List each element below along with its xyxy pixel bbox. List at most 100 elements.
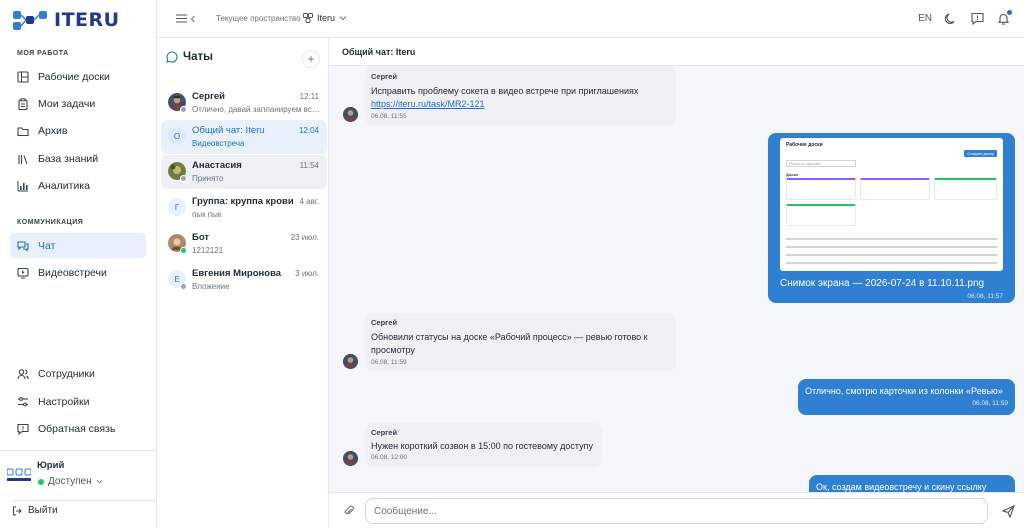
- message-list[interactable]: Сергей Исправить проблему сокета в видео…: [329, 66, 1024, 492]
- notifications-button[interactable]: [997, 10, 1012, 25]
- nav-chat[interactable]: Чат: [10, 233, 146, 258]
- avatar: [343, 354, 358, 369]
- section-my-work: МОЯ РАБОТА: [17, 50, 69, 57]
- nav-boards[interactable]: Рабочие доски: [10, 64, 146, 89]
- notification-badge: [1007, 10, 1012, 15]
- message-line: просмотру: [371, 345, 415, 355]
- nav-employees[interactable]: Сотрудники: [10, 361, 146, 386]
- chat-preview: Отлично, давай запланируем встр...: [192, 105, 322, 114]
- screenshot-card: [860, 178, 930, 200]
- screenshot-row: [786, 238, 997, 240]
- message-sender: Сергей: [371, 318, 398, 327]
- task-link[interactable]: https://iteru.ru/task/MR2-121: [371, 99, 670, 109]
- message-input[interactable]: [365, 498, 988, 524]
- nav-label: Рабочие доски: [38, 70, 110, 83]
- screenshot-row: [786, 246, 997, 248]
- chat-item-group[interactable]: Г Группа: круппа крови 4 авг. пык пык: [161, 191, 327, 225]
- chat-list-header: Чаты +: [157, 38, 329, 76]
- menu-icon: [176, 14, 187, 23]
- chevron-down-icon: [96, 479, 103, 484]
- avatar: [343, 451, 358, 466]
- chat-title: Общий чат: Iteru: [342, 47, 416, 57]
- status-dot-icon: [180, 175, 187, 182]
- brand-logo[interactable]: ITERU: [12, 8, 120, 32]
- chevron-left-icon: [190, 15, 195, 22]
- feedback-icon[interactable]: [971, 12, 984, 25]
- chevron-down-icon: [339, 16, 347, 21]
- chat-name: Общий чат: Iteru: [192, 125, 265, 136]
- online-dot-icon: [38, 478, 44, 485]
- nav-knowledge-base[interactable]: База знаний: [10, 146, 146, 171]
- message-time: 06.08, 11:57: [967, 293, 1003, 300]
- nav-label: База знаний: [38, 152, 99, 165]
- message-sender: Сергей: [371, 428, 398, 437]
- chat-item-general[interactable]: О Общий чат: Iteru 12:04 Видеовстреча: [161, 120, 327, 154]
- screenshot-attachment[interactable]: Рабочие доски Создать доску Поиск по дос…: [780, 138, 1003, 271]
- nav-label: Сотрудники: [38, 367, 95, 380]
- chat-list-title: Чаты: [183, 51, 213, 63]
- chat-preview: Видеовстреча: [192, 139, 245, 148]
- nav-label: Настройки: [38, 395, 90, 408]
- nav-label: Обратная связь: [38, 422, 116, 435]
- workspace-label: Текущее пространство: [216, 14, 301, 23]
- nav-archive[interactable]: Архив: [10, 118, 146, 143]
- message-text: Исправить проблему сокета в видео встреч…: [371, 86, 639, 96]
- language-switch[interactable]: EN: [918, 13, 932, 24]
- sidebar: ITERU МОЯ РАБОТА Рабочие доски Мои задач…: [0, 0, 157, 528]
- chat-name: Бот: [192, 232, 210, 243]
- topbar-actions: EN: [918, 10, 1012, 25]
- user-name: Юрий: [37, 460, 65, 471]
- top-bar: Текущее пространство Iteru EN: [157, 0, 1024, 38]
- status-dot-icon: [180, 247, 187, 254]
- chat-preview: Вложение: [192, 282, 230, 291]
- message-incoming: Сергей Исправить проблему сокета в видео…: [365, 66, 676, 125]
- nav-settings[interactable]: Настройки: [10, 389, 146, 414]
- nav-feedback[interactable]: Обратная связь: [10, 416, 146, 441]
- current-user[interactable]: Юрий Доступен: [0, 450, 156, 500]
- paperclip-icon[interactable]: [343, 505, 355, 517]
- message-outgoing: Отлично, смотрю карточки из колонки «Рев…: [798, 379, 1015, 415]
- new-chat-button[interactable]: +: [302, 50, 320, 68]
- chat-item-sergey[interactable]: Сергей 12:11 Отлично, давай запланируем …: [161, 86, 327, 120]
- nav-video-meetings[interactable]: Видеовстречи: [10, 260, 146, 285]
- nav-label: Чат: [38, 239, 56, 252]
- chat-preview: 1212121: [192, 246, 224, 255]
- workspace-icon: [303, 13, 313, 23]
- chat-time: 23 июл.: [290, 233, 319, 242]
- avatar: Г: [168, 198, 186, 216]
- attachment-filename[interactable]: Снимок экрана — 2026-07-24 в 11.10.11.pn…: [780, 277, 1003, 290]
- chat-time: 12:11: [299, 92, 319, 101]
- message-outgoing: Ок, создам видеовстречу и скину ссылку с…: [809, 475, 1015, 492]
- message-text: Ок, создам видеовстречу и скину ссылку с…: [816, 482, 987, 492]
- chat-item-anastasia[interactable]: Анастасия 11:54 Принято: [161, 155, 327, 189]
- moon-icon[interactable]: [945, 12, 958, 25]
- chat-preview: пык пык: [192, 210, 222, 219]
- nav-analytics[interactable]: Аналитика: [10, 173, 146, 198]
- clipboard-icon: [18, 97, 28, 110]
- chat-time: 12:04: [298, 126, 319, 135]
- nav-label: Архив: [38, 124, 68, 137]
- nav-label: Мои задачи: [38, 97, 96, 110]
- chat-item-bot[interactable]: Бот 23 июл. 1212121: [161, 227, 327, 261]
- user-status-select[interactable]: Доступен: [38, 476, 103, 487]
- nav-my-tasks[interactable]: Мои задачи: [10, 91, 146, 116]
- monitor-play-icon: [17, 267, 29, 278]
- users-icon: [17, 368, 29, 379]
- sidebar-toggle-button[interactable]: [176, 14, 196, 23]
- message-sender: Сергей: [371, 72, 398, 81]
- chat-time: 11:54: [299, 161, 319, 170]
- message-outgoing-image: Рабочие доски Создать доску Поиск по дос…: [768, 133, 1015, 303]
- screenshot-row: [786, 262, 997, 264]
- message-time: 06.08, 11:55: [371, 113, 407, 120]
- chat-item-evgenia[interactable]: Е Евгения Миронова 3 июл. Вложение: [161, 263, 327, 297]
- message-composer: [329, 492, 1024, 528]
- brand-name: ITERU: [54, 9, 120, 31]
- chat-header: Общий чат: Iteru: [329, 38, 1024, 66]
- message-time: 06.08, 11:59: [972, 400, 1008, 407]
- workspace-switcher[interactable]: Iteru: [303, 13, 347, 23]
- logout-button[interactable]: Выйти: [12, 500, 156, 520]
- send-icon[interactable]: [1002, 505, 1015, 518]
- screenshot-create-button: Создать доску: [964, 150, 997, 157]
- chat-bubble-icon: [166, 51, 178, 63]
- user-avatar: [7, 468, 31, 481]
